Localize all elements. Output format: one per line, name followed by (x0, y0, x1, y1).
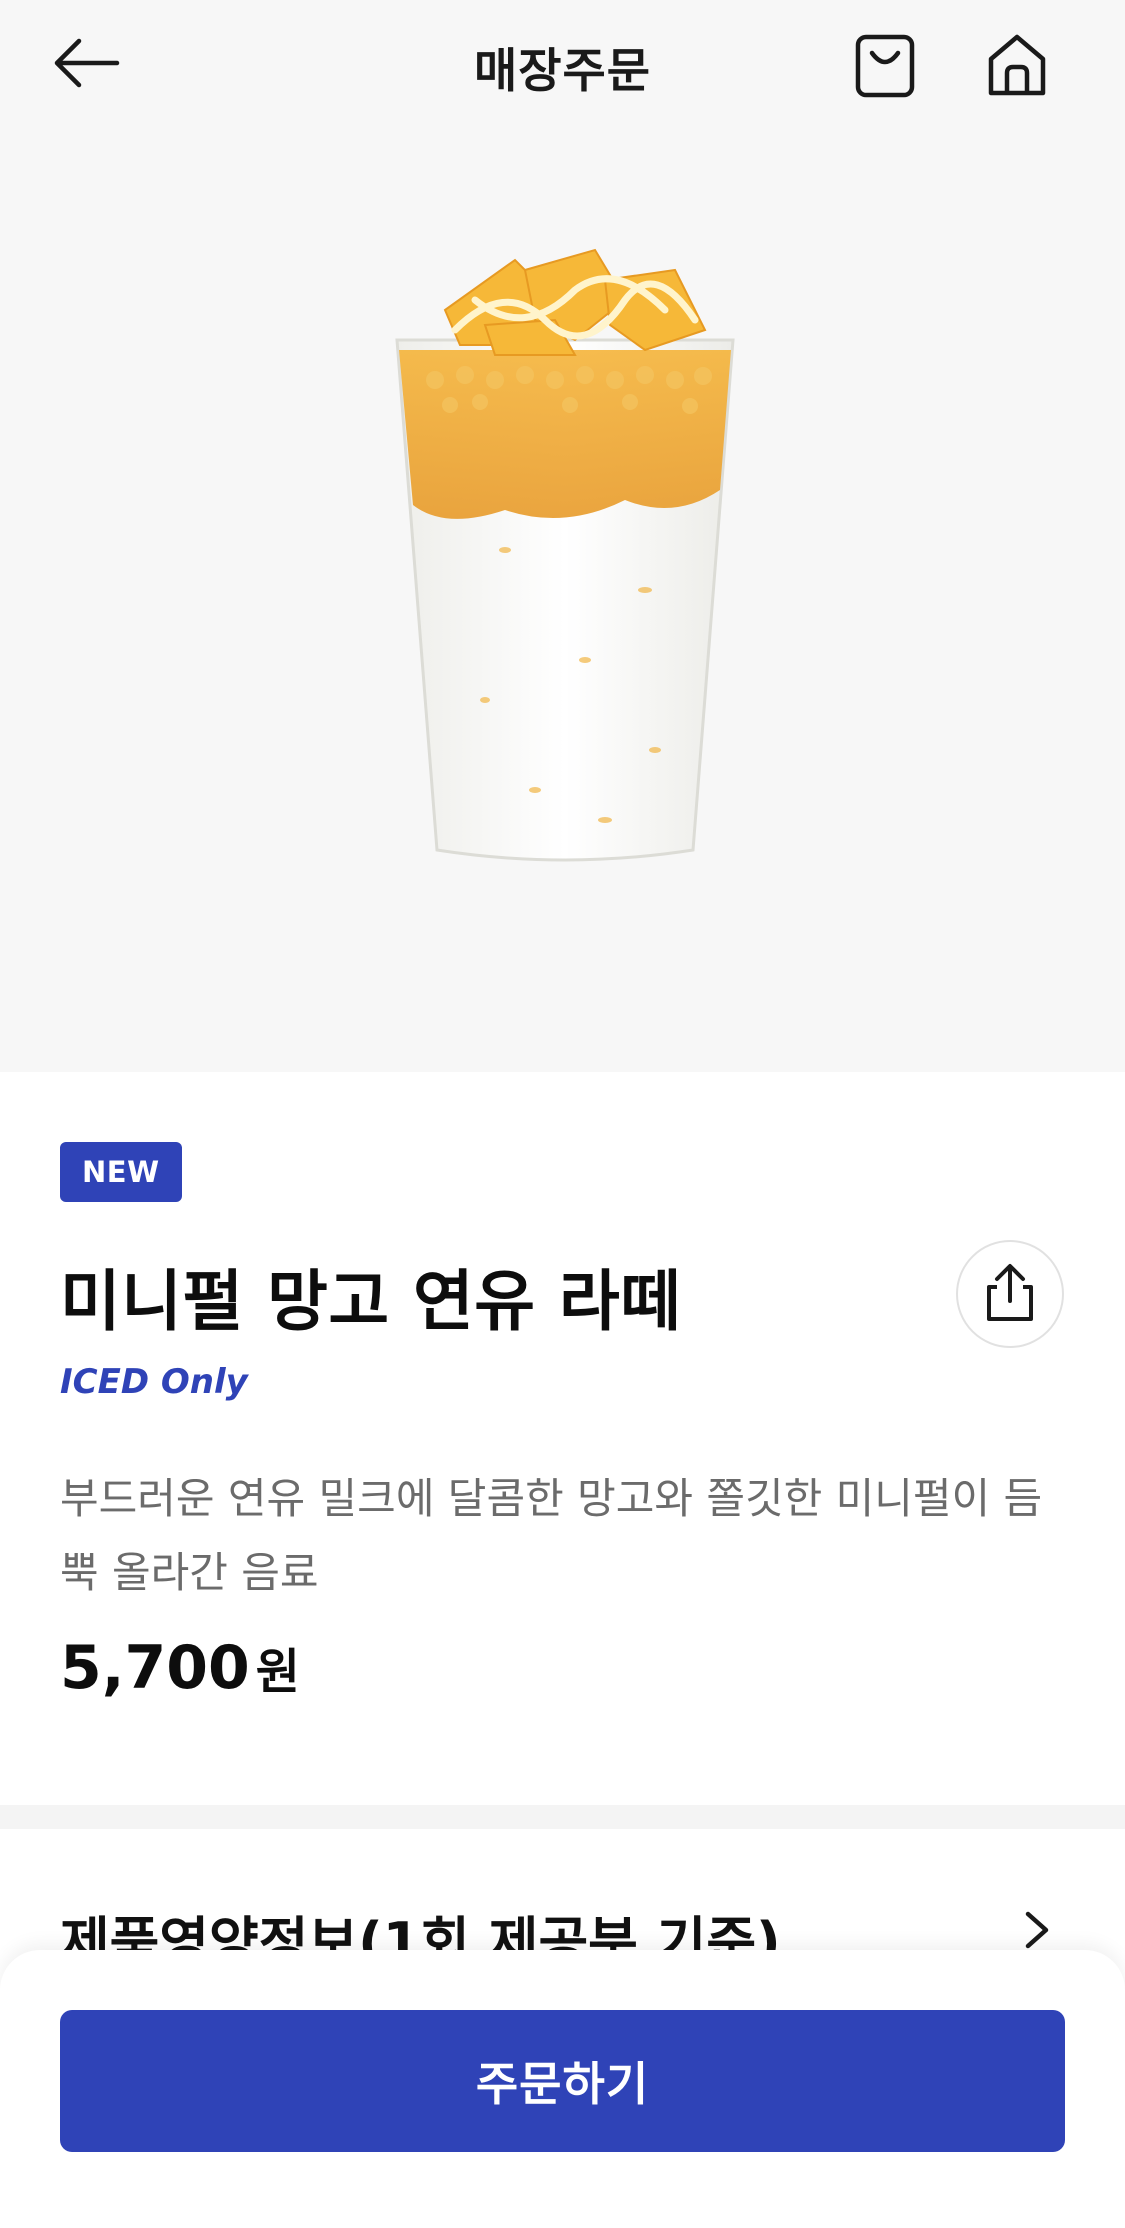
arrow-left-icon (51, 38, 121, 92)
iced-only-label: ICED Only (60, 1362, 248, 1402)
order-button[interactable]: 주문하기 (60, 2010, 1065, 2152)
section-divider (0, 1805, 1125, 1829)
home-icon (985, 31, 1049, 103)
new-badge: NEW (60, 1142, 182, 1202)
product-image (375, 230, 755, 890)
product-detail-page: 매장주문 NEW 미니펄 망고 연유 라떼 ICED Only 부드러운 연유 … (0, 0, 1125, 2228)
shopping-bag-icon (854, 31, 916, 103)
home-button[interactable] (978, 28, 1056, 106)
product-description: 부드러운 연유 밀크에 달콤한 망고와 쫄깃한 미니펄이 듬뿍 올라간 음료 (60, 1474, 1043, 1597)
price-unit: 원 (255, 1644, 300, 1700)
chevron-right-icon (1022, 1908, 1052, 1956)
price-value: 5,700 (60, 1633, 250, 1703)
top-bar: 매장주문 (0, 0, 1125, 132)
cart-button[interactable] (846, 28, 924, 106)
back-button[interactable] (48, 30, 124, 100)
bottom-action-bar: 주문하기 (0, 1950, 1125, 2228)
page-title: 매장주문 (474, 43, 651, 99)
share-icon (983, 1261, 1037, 1327)
share-button[interactable] (956, 1240, 1064, 1348)
product-price: 5,700 원 (60, 1632, 300, 1703)
product-name: 미니펄 망고 연유 라떼 (60, 1263, 682, 1340)
product-hero: 매장주문 (0, 0, 1125, 1072)
